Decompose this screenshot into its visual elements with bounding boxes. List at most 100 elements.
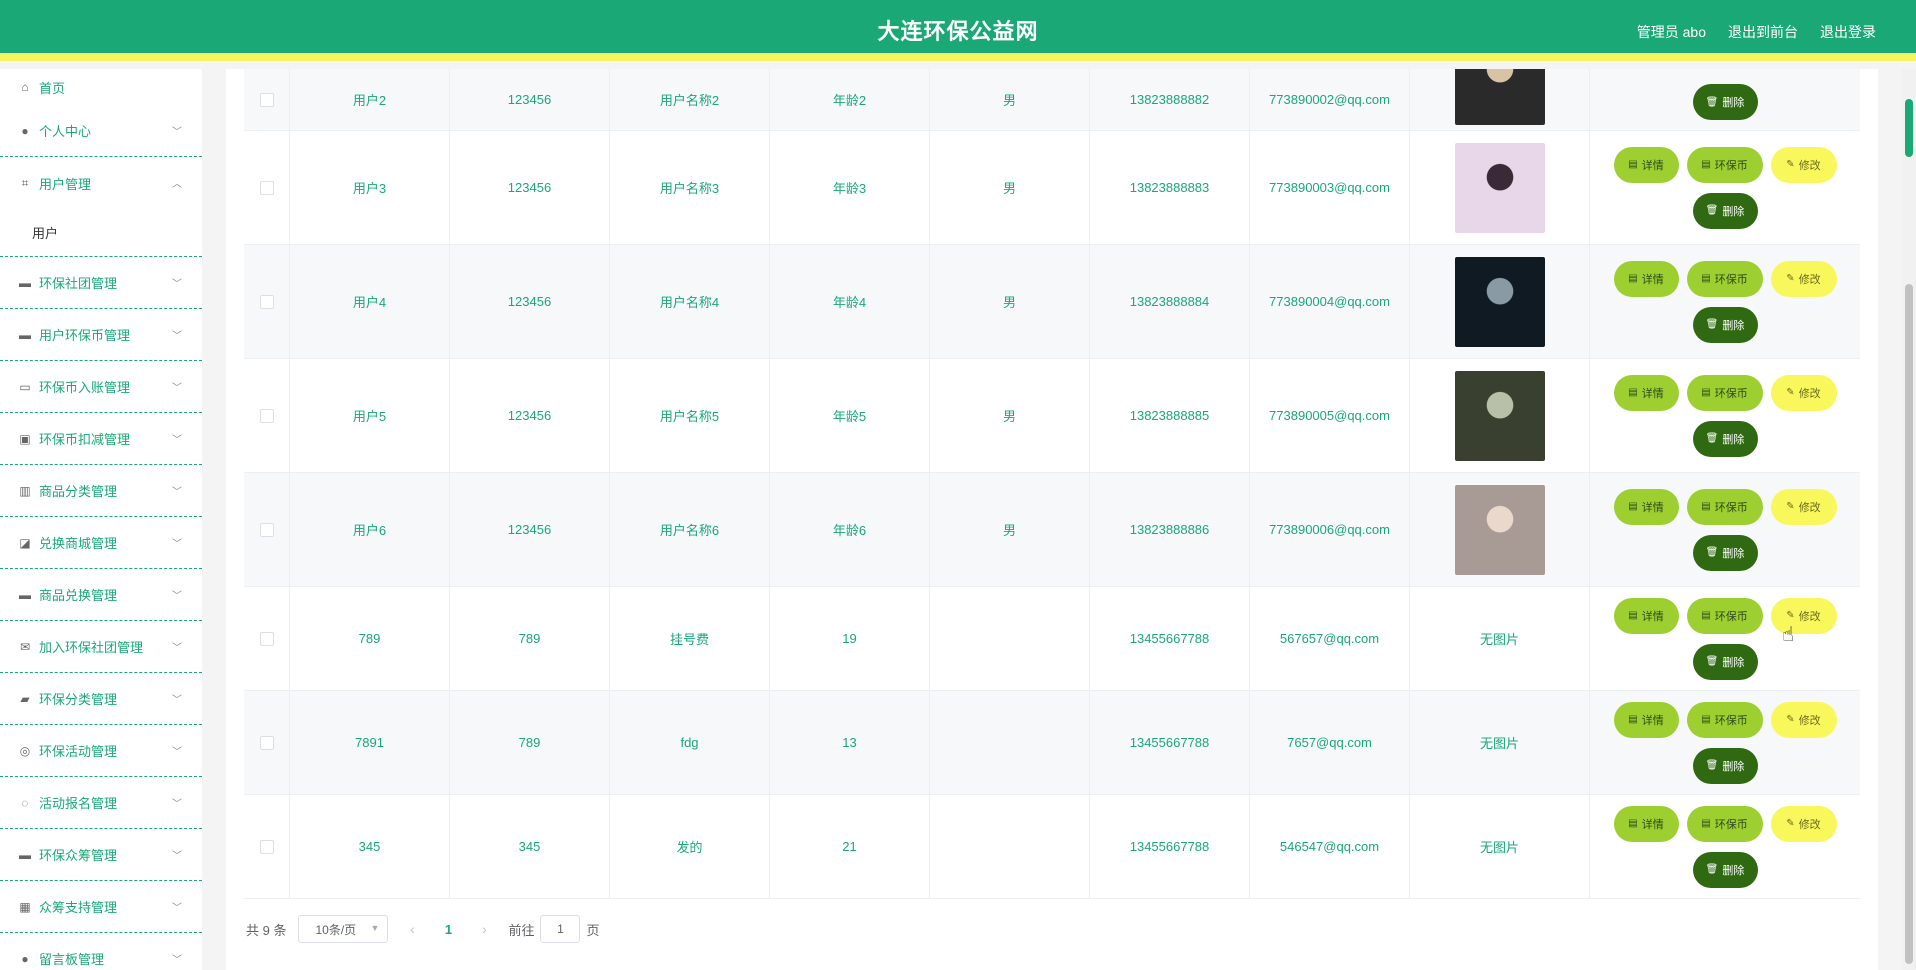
cell-sex: 男 [930,473,1090,586]
jump-prefix: 前往 [508,922,535,938]
delete-button[interactable]: 🗑 删除 [1692,84,1758,120]
avatar[interactable] [1454,256,1545,347]
sidebar-subitem-label: 用户 [32,226,59,241]
sidebar: ⌂ 首页 ● 个人中心 ﹀ ⌗ 用户管理 ︿ 用户 ▬ 环保社团管理 ﹀ ▬ 用… [0,69,202,970]
sidebar-item-user-coin[interactable]: ▬ 用户环保币管理 ﹀ [0,309,202,361]
sidebar-item-goods-category[interactable]: ▥ 商品分类管理 ﹀ [0,465,202,517]
row-checkbox[interactable] [259,631,274,646]
detail-button[interactable]: ▤ 详情 [1613,488,1679,525]
sidebar-item-personal[interactable]: ● 个人中心 ﹀ [0,105,202,157]
hand-cursor-icon: ☝ [1782,624,1795,646]
row-checkbox[interactable] [259,92,274,107]
document-icon: ▤ [1628,501,1638,512]
delete-button[interactable]: 🗑 删除 [1692,420,1758,457]
sidebar-subitem-user[interactable]: 用户 [0,209,202,257]
row-actions: ▤ 详情 ▤ 环保币 ✎ 修改 🗑 删除 [1590,795,1860,898]
row-checkbox[interactable] [259,180,274,195]
sidebar-item-crowdfund[interactable]: ▬ 环保众筹管理 ﹀ [0,829,202,881]
delete-button[interactable]: 🗑 删除 [1692,643,1758,680]
chevron-down-icon: ﹀ [172,279,182,290]
detail-button[interactable]: ▤ 详情 [1613,597,1679,634]
front-link[interactable]: 退出到前台 [1728,22,1798,42]
cell-password: 123456 [450,131,610,244]
coin-button[interactable]: ▤ 环保币 [1686,701,1763,738]
pencil-icon: ✎ [1786,273,1795,284]
page-size-select[interactable]: 10条/页 ▼ [298,915,389,943]
coin-button[interactable]: ▤ 环保币 [1686,146,1763,183]
cell-name: 用户名称3 [610,131,770,244]
pagination: 共 9 条 10条/页 ▼ ‹ 1 › 前往 页 [246,914,600,944]
row-checkbox[interactable] [259,294,274,309]
edit-button[interactable]: ✎ 修改 [1770,805,1837,842]
avatar[interactable] [1454,484,1545,575]
prev-page-button[interactable]: ‹ [400,921,424,937]
next-page-button[interactable]: › [472,921,496,937]
coin-button[interactable]: ▤ 环保币 [1686,374,1763,411]
logout-link[interactable]: 退出登录 [1820,22,1876,42]
chart-icon: ◪ [19,535,31,550]
document-icon: ▤ [1628,159,1638,170]
detail-button[interactable]: ▤ 详情 [1613,701,1679,738]
sidebar-item-label: 活动报名管理 [39,796,118,811]
avatar[interactable] [1454,142,1545,233]
cell-phone: 13823888886 [1090,473,1250,586]
edit-button[interactable]: ✎ 修改 [1770,260,1837,297]
trash-icon: 🗑 [1705,760,1719,771]
cell-phone: 13823888882 [1090,69,1250,130]
sidebar-item-home[interactable]: ⌂ 首页 [0,69,202,105]
scrollbar[interactable] [1902,69,1916,970]
edit-button[interactable]: ✎ 修改 [1770,597,1837,634]
row-checkbox[interactable] [259,408,274,423]
edit-button-label: 修改 [1798,714,1821,727]
coin-button[interactable]: ▤ 环保币 [1686,805,1763,842]
detail-button[interactable]: ▤ 详情 [1613,805,1679,842]
avatar[interactable] [1454,69,1545,125]
sidebar-item-coin-in[interactable]: ▭ 环保币入账管理 ﹀ [0,361,202,413]
chevron-down-icon: ﹀ [172,643,182,654]
sidebar-item-activity[interactable]: ◎ 环保活动管理 ﹀ [0,725,202,777]
sidebar-item-crowdfund-support[interactable]: ▦ 众筹支持管理 ﹀ [0,881,202,933]
detail-button[interactable]: ▤ 详情 [1613,260,1679,297]
row-checkbox[interactable] [259,839,274,854]
detail-button[interactable]: ▤ 详情 [1613,374,1679,411]
delete-button[interactable]: 🗑 删除 [1692,306,1758,343]
coin-button[interactable]: ▤ 环保币 [1686,260,1763,297]
person-icon: ● [21,123,29,138]
delete-button[interactable]: 🗑 删除 [1692,747,1758,784]
edit-button[interactable]: ✎ 修改 [1770,488,1837,525]
detail-button-label: 详情 [1641,610,1664,623]
scroll-thumb[interactable] [1905,99,1913,157]
coin-button[interactable]: ▤ 环保币 [1686,597,1763,634]
detail-button[interactable]: ▤ 详情 [1613,146,1679,183]
detail-button-label: 详情 [1641,818,1664,831]
edit-button[interactable]: ✎ 修改 [1770,374,1837,411]
coin-button[interactable]: ▤ 环保币 [1686,488,1763,525]
cell-email: 567657@qq.com [1250,587,1410,690]
page-jump-input[interactable] [540,915,581,943]
sidebar-item-exchange[interactable]: ▬ 商品兑换管理 ﹀ [0,569,202,621]
current-page[interactable]: 1 [436,922,460,937]
cell-username: 7891 [290,691,450,794]
delete-button[interactable]: 🗑 删除 [1692,534,1758,571]
main-content: 用户2 123456 用户名称2 年龄2 男 13823888882 773890002@q… [226,69,1878,970]
cell-username: 用户6 [290,473,450,586]
sidebar-item-club[interactable]: ▬ 环保社团管理 ﹀ [0,257,202,309]
sidebar-item-join-club[interactable]: ✉ 加入环保社团管理 ﹀ [0,621,202,673]
cell-phone: 13455667788 [1090,691,1250,794]
sidebar-item-mall[interactable]: ◪ 兑换商城管理 ﹀ [0,517,202,569]
row-checkbox[interactable] [259,522,274,537]
row-checkbox[interactable] [259,735,274,750]
sidebar-item-board[interactable]: ● 留言板管理 ﹀ [0,933,202,970]
cell-name: 用户名称2 [610,69,770,130]
delete-button[interactable]: 🗑 删除 [1692,851,1758,888]
sidebar-item-eco-category[interactable]: ▰ 环保分类管理 ﹀ [0,673,202,725]
mail-icon: ✉ [19,639,31,654]
avatar[interactable] [1454,370,1545,461]
sidebar-item-user-mgmt[interactable]: ⌗ 用户管理 ︿ [0,157,202,209]
sidebar-item-coin-out[interactable]: ▣ 环保币扣减管理 ﹀ [0,413,202,465]
grid-icon: ▦ [19,899,31,914]
sidebar-item-signup[interactable]: ◌ 活动报名管理 ﹀ [0,777,202,829]
edit-button[interactable]: ✎ 修改 [1770,146,1837,183]
delete-button[interactable]: 🗑 删除 [1692,192,1758,229]
edit-button[interactable]: ✎ 修改 [1770,701,1837,738]
